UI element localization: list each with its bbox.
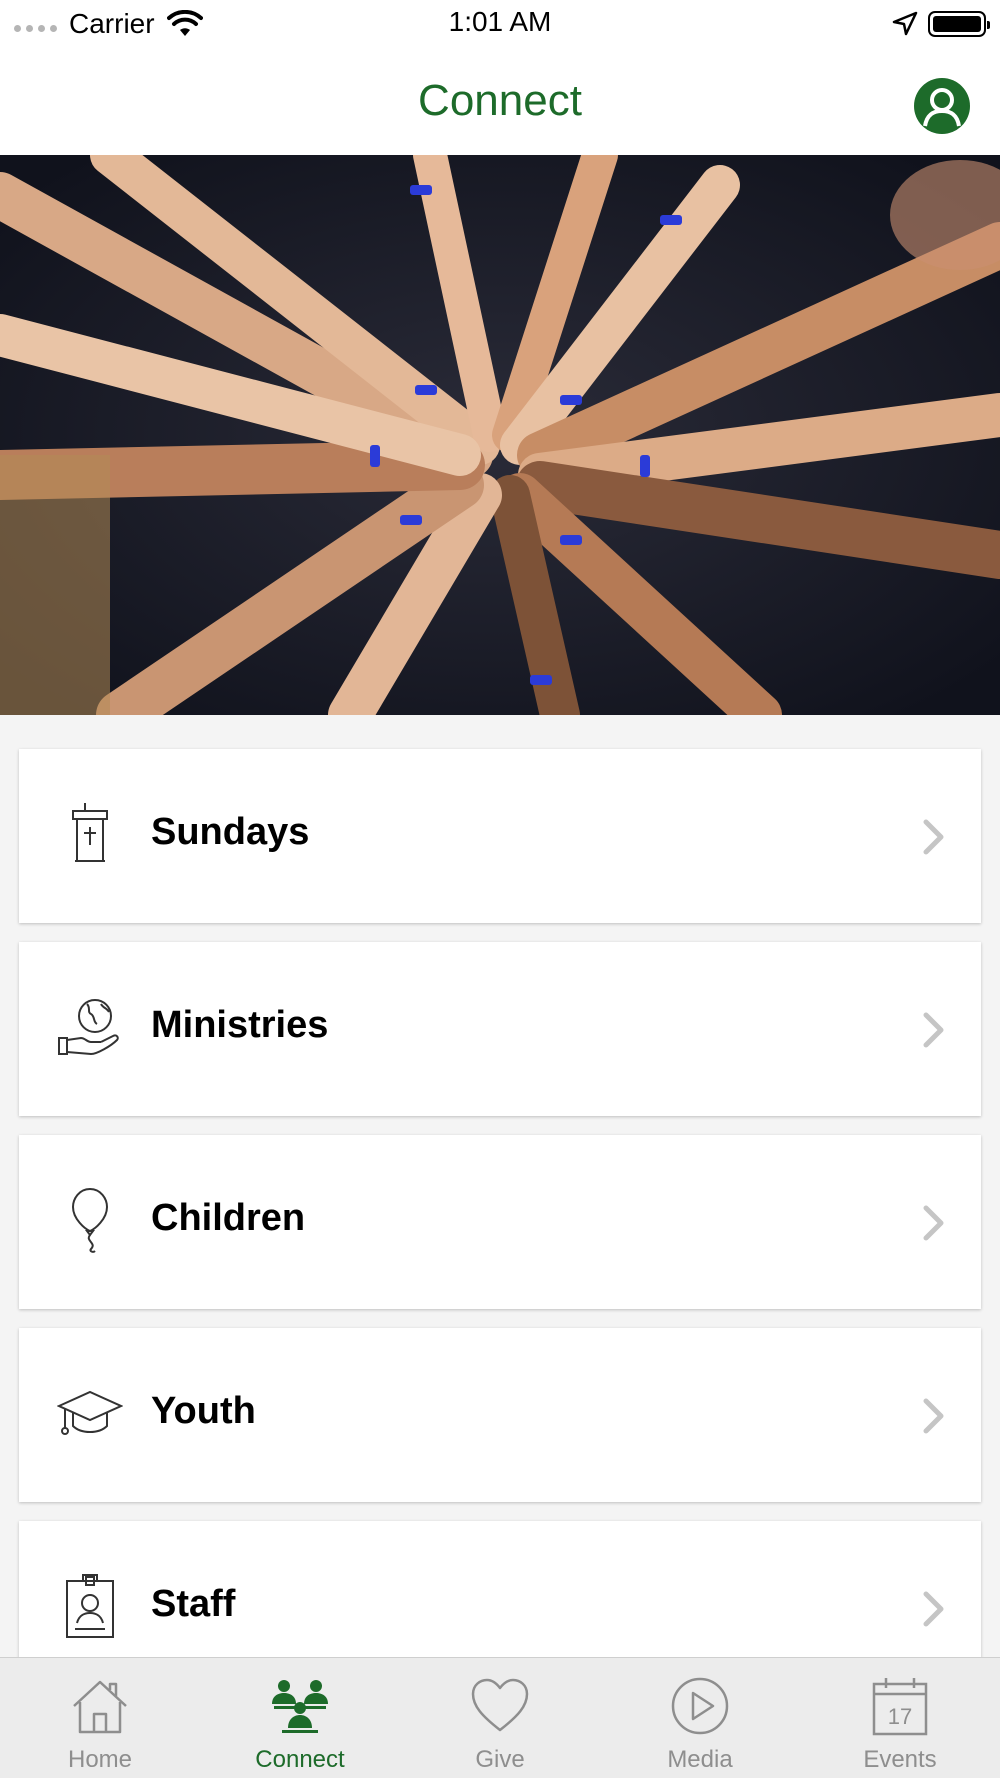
house-icon <box>73 1680 127 1734</box>
list-item[interactable]: Children <box>19 1135 981 1309</box>
list-item[interactable]: Ministries <box>19 942 981 1116</box>
chevron-right-icon <box>923 1591 944 1627</box>
hero-image <box>0 155 1000 715</box>
balloon-icon <box>71 1187 109 1253</box>
tab-give[interactable]: Give <box>400 1658 600 1778</box>
battery-icon <box>928 11 990 37</box>
calendar-day-number: 17 <box>888 1704 912 1729</box>
tab-bar: Home Connect Give Media 17 Events <box>0 1657 1000 1778</box>
list-item-label: Children <box>151 1197 306 1239</box>
tab-label: Media <box>667 1746 733 1773</box>
status-right <box>892 8 990 40</box>
status-bar: Carrier 1:01 AM <box>0 0 1000 50</box>
list-item-label: Youth <box>151 1390 256 1432</box>
tab-label: Events <box>863 1746 937 1773</box>
chevron-right-icon <box>923 1205 944 1241</box>
profile-button[interactable] <box>914 78 970 134</box>
list-item-label: Sundays <box>151 811 310 853</box>
heart-icon <box>471 1678 529 1732</box>
tab-media[interactable]: Media <box>600 1658 800 1778</box>
tab-events[interactable]: 17 Events <box>800 1658 1000 1778</box>
chevron-right-icon <box>923 819 944 855</box>
chevron-right-icon <box>923 1012 944 1048</box>
list-item-label: Ministries <box>151 1004 329 1046</box>
location-arrow-icon <box>892 11 918 36</box>
tab-label: Give <box>475 1746 525 1773</box>
id-badge-icon <box>66 1574 114 1638</box>
tab-label: Home <box>67 1746 133 1773</box>
pulpit-icon <box>72 803 108 862</box>
tab-label: Connect <box>255 1746 345 1773</box>
globe-in-hand-icon <box>58 999 119 1056</box>
user-avatar-icon <box>923 88 961 127</box>
page-title: Connect <box>418 76 582 125</box>
list-item[interactable]: Youth <box>19 1328 981 1502</box>
tab-connect[interactable]: Connect <box>200 1658 400 1778</box>
chevron-right-icon <box>923 1398 944 1434</box>
people-icon <box>272 1680 328 1733</box>
list-item[interactable]: Sundays <box>19 749 981 923</box>
calendar-icon: 17 <box>872 1678 928 1736</box>
tab-home[interactable]: Home <box>0 1658 200 1778</box>
play-circle-icon <box>671 1677 729 1735</box>
graduation-cap-icon <box>57 1390 123 1435</box>
navigation-bar: Connect <box>0 50 1000 155</box>
status-time: 1:01 AM <box>448 6 552 37</box>
list-item-label: Staff <box>151 1583 236 1625</box>
